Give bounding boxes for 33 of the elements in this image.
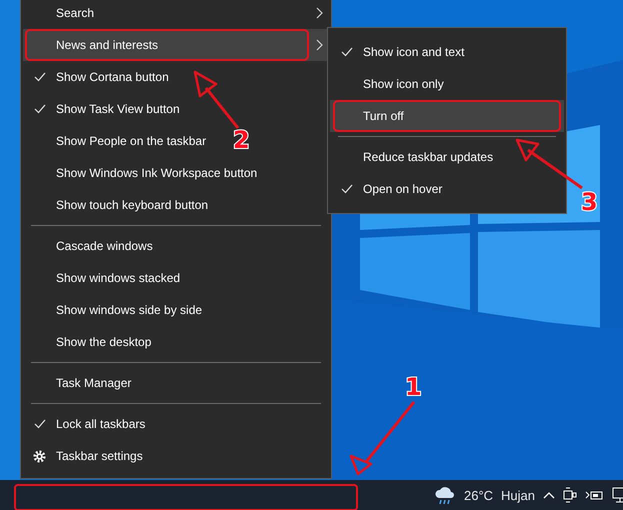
menu-item[interactable]: Show People on the taskbar: [56, 134, 206, 148]
menu-item[interactable]: Show Windows Ink Workspace button: [56, 166, 258, 180]
menu-item[interactable]: Show the desktop: [56, 335, 152, 349]
chevron-right-icon: [316, 39, 323, 51]
menu-item[interactable]: Show icon only: [363, 77, 444, 91]
menu-item[interactable]: Lock all taskbars: [56, 417, 146, 431]
menu-item[interactable]: Open on hover: [363, 182, 442, 196]
temperature[interactable]: 26°C: [464, 488, 494, 502]
caret-up-icon[interactable]: [543, 491, 555, 499]
menu-item[interactable]: Turn off: [330, 100, 564, 132]
annotation-arrow: [194, 70, 240, 129]
step-number: 1: [405, 375, 422, 399]
chevron-right-icon: [316, 7, 323, 19]
weather-condition[interactable]: Hujan: [501, 488, 535, 502]
menu-item[interactable]: Show icon and text: [363, 45, 464, 59]
menu-item[interactable]: News and interests: [23, 29, 329, 61]
menu-item[interactable]: Show Cortana button: [56, 70, 169, 84]
menu-item[interactable]: Show Task View button: [56, 102, 180, 116]
annotation-arrow: [516, 138, 583, 190]
menu-item[interactable]: Show windows side by side: [56, 303, 202, 317]
menu-item[interactable]: Cascade windows: [56, 239, 153, 253]
battery-plug-icon[interactable]: [585, 489, 603, 501]
step-number: 2: [233, 128, 250, 152]
menu-item[interactable]: Taskbar settings: [56, 449, 143, 463]
settings-icon: [33, 450, 46, 462]
step-number: 3: [581, 190, 598, 214]
menu-item[interactable]: Show windows stacked: [56, 271, 180, 285]
menu-item[interactable]: Show touch keyboard button: [56, 198, 208, 212]
camera-icon[interactable]: [563, 487, 577, 503]
rain-cloud-icon: [434, 485, 456, 505]
menu-item[interactable]: Search: [56, 6, 94, 20]
menu-item[interactable]: Reduce taskbar updates: [363, 150, 494, 164]
menu-item[interactable]: Task Manager: [56, 376, 132, 390]
